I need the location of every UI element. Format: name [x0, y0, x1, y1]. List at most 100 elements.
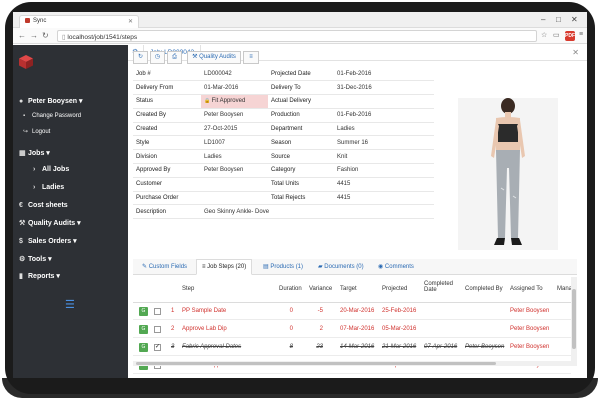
close-tab-icon[interactable]: ✕ — [128, 18, 133, 25]
step-projected: 25-Feb-2016 — [382, 308, 417, 314]
pdf-extension-icon[interactable]: PDF — [565, 31, 575, 41]
close-window-icon[interactable]: ✕ — [571, 15, 578, 24]
back-icon[interactable]: ← — [18, 31, 26, 40]
steps-table-header: Step Duration Variance Target Projected … — [133, 277, 572, 303]
tab-comments-label: Comments — [384, 264, 414, 270]
sidebar-item-jobs[interactable]: ▦ Jobs ▾ — [19, 149, 50, 157]
detail-label: Season — [268, 135, 334, 151]
col-assigned-to[interactable]: Assigned To — [510, 286, 543, 292]
vertical-scrollbar[interactable] — [571, 277, 577, 366]
table-row[interactable]: G 1 PP Sample Date 0 -5 20-Mar-2016 25-Feb-201… — [133, 303, 571, 320]
status-badge: 🔒 Fit Approved — [201, 94, 268, 109]
detail-row: Job # LD000042 Projected Date 01-Feb-2016 — [133, 67, 434, 82]
detail-label: Delivery To — [268, 80, 334, 96]
refresh-icon: ↻ — [137, 54, 144, 60]
sidebar-item-all-jobs[interactable]: › All Jobs — [33, 166, 69, 173]
col-step[interactable]: Step — [182, 286, 194, 292]
step-duration: 0 — [289, 326, 293, 332]
tab-job-steps[interactable]: ≡ Job Steps (20) — [196, 259, 253, 275]
sidebar: ● Peter Booysen ▾ ▪ Change Password ↪ Logou… — [13, 45, 128, 378]
step-action-button[interactable]: G — [139, 343, 148, 352]
reports-label: Reports — [28, 273, 55, 280]
step-checkbox[interactable]: ✓ — [154, 344, 161, 351]
col-completed-date[interactable]: Completed Date — [424, 281, 460, 293]
step-checkbox[interactable] — [154, 308, 161, 315]
tab-documents[interactable]: ▰ Documents (0) — [313, 259, 369, 275]
col-completed-by[interactable]: Completed By — [465, 286, 503, 292]
col-variance[interactable]: Variance — [309, 286, 332, 292]
sidebar-item-cost-sheets[interactable]: € Cost sheets — [19, 202, 68, 209]
laptop-bezel: Sync ✕ – □ ✕ ← → ↻ ▯ localhost/job/1541/… — [0, 0, 600, 400]
gavel-icon: ⚒ — [19, 220, 26, 227]
step-action-button[interactable]: G — [139, 325, 148, 334]
step-name[interactable]: Approve Lab Dip — [182, 326, 227, 332]
tab-custom-fields-label: Custom Fields — [148, 264, 188, 270]
logout-link[interactable]: ↪ Logout — [23, 128, 50, 135]
tab-custom-fields[interactable]: ✎ Custom Fields — [137, 259, 192, 275]
sidebar-item-quality-audits[interactable]: ⚒ Quality Audits ▾ — [19, 219, 81, 227]
col-manager[interactable]: Mana — [557, 286, 572, 292]
step-duration: 8 — [289, 344, 293, 350]
list-button[interactable]: ≡ — [243, 51, 259, 64]
step-action-button[interactable]: G — [139, 307, 148, 316]
url-input[interactable]: ▯ localhost/job/1541/steps — [57, 30, 537, 42]
cast-icon[interactable]: ▭ — [553, 31, 560, 39]
horizontal-scroll-thumb[interactable] — [136, 362, 496, 365]
step-checkbox[interactable] — [154, 326, 161, 333]
table-row[interactable]: G ✓ 3 Fabric Approval Dates 8 23 14-Mar-2016 21… — [133, 339, 571, 356]
tools-label: Tools — [28, 256, 47, 263]
euro-icon: € — [19, 202, 23, 209]
maximize-icon[interactable]: □ — [556, 15, 561, 24]
job-details-table: Job # LD000042 Projected Date 01-Feb-2016 De… — [133, 67, 434, 220]
detail-row: Created 27-Oct-2015 Department Ladies — [133, 122, 434, 137]
quality-audits-button[interactable]: ⚒ Quality Audits — [187, 51, 241, 64]
step-name[interactable]: PP Sample Date — [182, 308, 226, 314]
minimize-icon[interactable]: – — [541, 15, 545, 24]
step-completed-by: Peter Booysen — [465, 344, 505, 350]
history-button[interactable]: ◷ — [150, 51, 165, 64]
user-icon: ● — [19, 98, 24, 105]
lock-icon: 🔒 — [204, 98, 212, 105]
forward-icon[interactable]: → — [30, 31, 38, 40]
cost-sheets-label: Cost sheets — [28, 202, 68, 209]
sidebar-item-sales-orders[interactable]: $ Sales Orders ▾ — [19, 237, 77, 245]
detail-label: Created — [133, 122, 201, 137]
step-completed-date: 07-Apr-2016 — [424, 344, 458, 350]
detail-value — [201, 191, 268, 206]
step-name[interactable]: Fabric Approval Dates — [182, 344, 241, 350]
change-password-link[interactable]: ▪ Change Password — [23, 113, 81, 119]
address-bar: ← → ↻ ▯ localhost/job/1541/steps ☆ ▭ PDF… — [13, 28, 587, 44]
refresh-button[interactable]: ↻ — [133, 51, 148, 64]
horizontal-scrollbar[interactable] — [133, 361, 571, 366]
table-row[interactable]: G 2 Approve Lab Dip 0 2 07-Mar-2016 05-Mar-201… — [133, 321, 571, 338]
detail-value: Knit — [334, 149, 434, 165]
tab-comments[interactable]: ◉ Comments — [373, 259, 419, 275]
col-target[interactable]: Target — [340, 286, 357, 292]
sidebar-item-reports[interactable]: ▮ Reports ▾ — [19, 272, 60, 280]
col-projected[interactable]: Projected — [382, 286, 407, 292]
bookmark-star-icon[interactable]: ☆ — [541, 31, 547, 39]
reload-icon[interactable]: ↻ — [42, 31, 49, 40]
print-button[interactable]: ⎙ — [167, 51, 182, 64]
product-photo — [458, 98, 558, 250]
list-icon: ≡ — [249, 54, 253, 60]
menu-icon[interactable]: ≡ — [579, 31, 583, 38]
browser-tab[interactable]: Sync ✕ — [19, 15, 139, 28]
user-menu[interactable]: ● Peter Booysen ▾ — [19, 97, 83, 105]
detail-value: Summer 16 — [334, 135, 434, 151]
detail-label: Created By — [133, 108, 201, 123]
detail-label: Category — [268, 163, 334, 178]
app-logo-icon — [19, 55, 33, 69]
step-target: 07-Mar-2016 — [340, 326, 375, 332]
sidebar-item-ladies[interactable]: › Ladies — [33, 184, 64, 191]
step-assigned-to: Peter Booysen — [510, 344, 550, 350]
tab-products[interactable]: ▤ Products (1) — [258, 259, 308, 275]
close-icon[interactable]: ✕ — [572, 48, 579, 57]
detail-row: Division Ladies Source Knit — [133, 149, 434, 165]
status-text: Fit Approved — [211, 98, 246, 105]
col-duration[interactable]: Duration — [279, 286, 302, 292]
sidebar-item-tools[interactable]: ⚙ Tools ▾ — [19, 255, 52, 263]
chevron-right-icon: › — [33, 166, 36, 173]
vertical-scroll-thumb[interactable] — [572, 289, 576, 349]
hamburger-icon[interactable]: ☰ — [65, 298, 75, 311]
